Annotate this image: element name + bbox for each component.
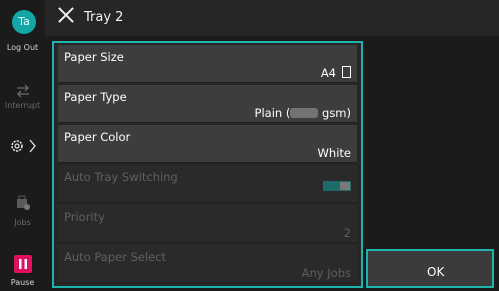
priority-value: 2 — [343, 226, 351, 240]
pause-label[interactable]: Pause — [0, 278, 45, 287]
auto-paper-select-label: Auto Paper Select — [64, 250, 167, 264]
paper-size-label: Paper Size — [64, 50, 124, 64]
priority-row: Priority 2 — [58, 205, 357, 243]
pause-icon[interactable] — [0, 255, 45, 277]
paper-type-row[interactable]: Paper Type Plain ( gsm) — [58, 85, 357, 123]
logout-label[interactable]: Log Out — [0, 43, 45, 52]
interrupt-icon — [0, 83, 45, 102]
paper-color-label: Paper Color — [64, 130, 131, 144]
auto-tray-switching-label: Auto Tray Switching — [64, 170, 178, 184]
close-icon[interactable] — [58, 7, 74, 23]
auto-tray-switching-row: Auto Tray Switching — [58, 165, 357, 203]
redacted-weight — [290, 108, 319, 118]
jobs-icon — [0, 195, 45, 215]
paper-type-value: Plain ( gsm) — [254, 106, 351, 120]
header-bar: Tray 2 — [45, 0, 499, 36]
ok-button[interactable]: OK — [366, 249, 494, 288]
auto-paper-select-row: Auto Paper Select Any Jobs — [58, 245, 357, 283]
paper-size-row[interactable]: Paper Size A4 — [58, 45, 357, 83]
paper-size-value: A4 — [321, 66, 351, 80]
settings-list: Paper Size A4 Paper Type Plain ( gsm) Pa… — [52, 41, 363, 288]
priority-label: Priority — [64, 210, 105, 224]
paper-color-value: White — [317, 146, 351, 160]
paper-orientation-icon — [342, 66, 351, 78]
jobs-label: Jobs — [14, 218, 31, 227]
auto-paper-select-value: Any Jobs — [301, 266, 351, 280]
paper-type-label: Paper Type — [64, 90, 127, 104]
user-avatar[interactable]: Ta — [12, 10, 36, 34]
page-title: Tray 2 — [84, 10, 124, 25]
paper-color-row[interactable]: Paper Color White — [58, 125, 357, 163]
auto-tray-switching-toggle — [323, 181, 351, 191]
interrupt-label: Interrupt — [4, 101, 41, 110]
settings-gear-icon[interactable] — [0, 137, 45, 159]
left-rail: Ta Log Out Interrupt Jobs Pause — [0, 0, 45, 291]
